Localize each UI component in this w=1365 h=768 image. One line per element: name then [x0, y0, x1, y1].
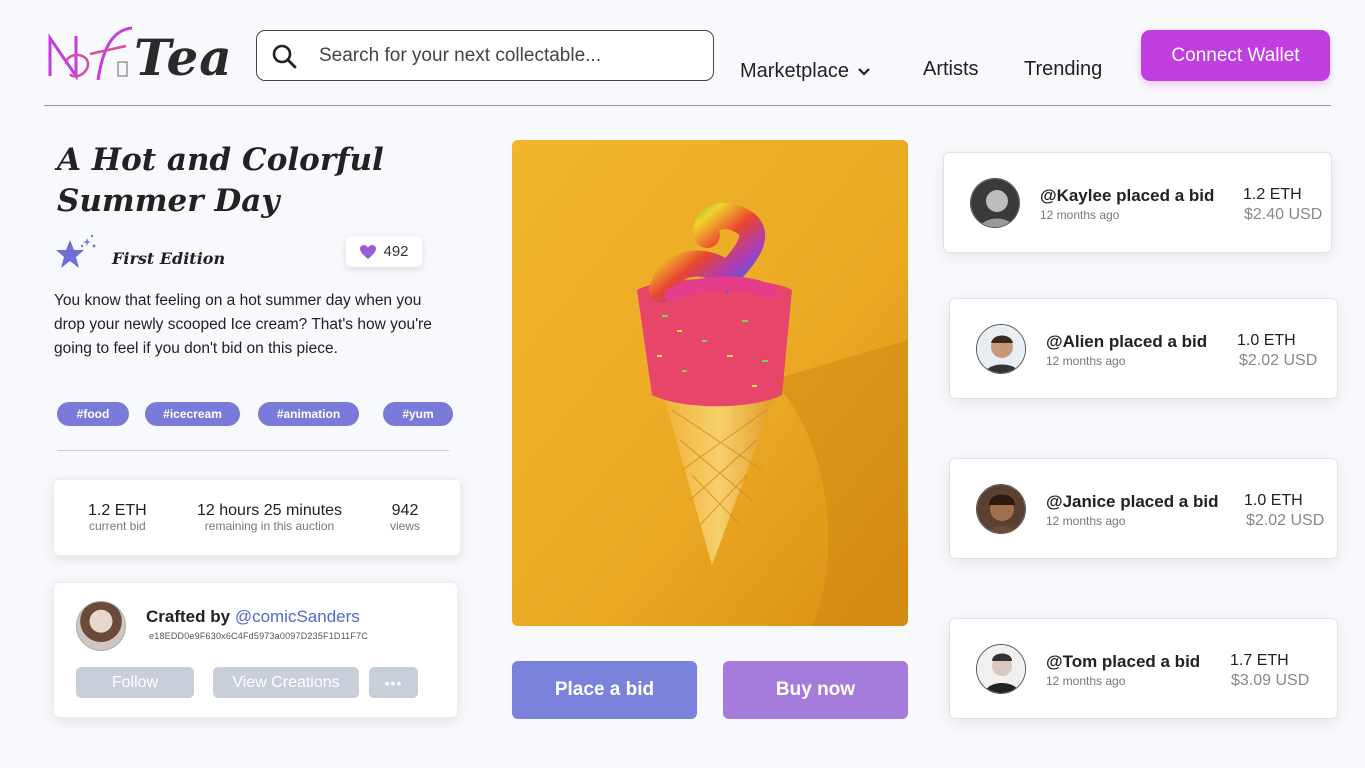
bid-eth: 1.2 ETH: [1243, 186, 1302, 203]
bid-eth: 1.0 ETH: [1237, 332, 1296, 349]
alien-avatar-icon: [977, 325, 1025, 373]
bid-time: 12 months ago: [1046, 354, 1126, 368]
tag-food[interactable]: #food: [57, 402, 129, 426]
bid-description: @Tom placed a bid: [1046, 652, 1201, 671]
bid-eth: 1.0 ETH: [1244, 492, 1303, 509]
stat-label: views: [390, 519, 421, 533]
follow-button[interactable]: Follow: [76, 667, 194, 698]
search-input[interactable]: [319, 44, 679, 67]
bid-description: @Janice placed a bid: [1046, 492, 1219, 511]
kaylee-avatar-icon: [971, 179, 1019, 227]
bid-usd: $2.02 USD: [1246, 512, 1325, 529]
bid-description: @Kaylee placed a bid: [1040, 186, 1215, 205]
bid-usd: $2.40 USD: [1244, 206, 1323, 223]
bid-card: @Tom placed a bid 12 months ago 1.7 ETH …: [949, 618, 1338, 719]
connect-wallet-button[interactable]: Connect Wallet: [1141, 30, 1330, 81]
tom-avatar-icon: [977, 645, 1025, 693]
bid-card: @Kaylee placed a bid 12 months ago 1.2 E…: [943, 152, 1332, 253]
like-count: 492: [383, 243, 409, 260]
bidder-avatar[interactable]: [976, 484, 1026, 534]
stat-value: 12 hours 25 minutes: [197, 502, 342, 519]
stat-current-bid: 1.2 ETH current bid: [88, 502, 147, 533]
tag-animation[interactable]: #animation: [258, 402, 359, 426]
logo[interactable]: Tea: [46, 24, 236, 87]
bid-eth: 1.7 ETH: [1230, 652, 1289, 669]
item-description: You know that feeling on a hot summer da…: [54, 292, 432, 357]
bid-time: 12 months ago: [1046, 514, 1126, 528]
tag-icecream[interactable]: #icecream: [145, 402, 240, 426]
bid-usd: $3.09 USD: [1231, 672, 1310, 689]
more-options-button[interactable]: •••: [369, 667, 418, 698]
crafted-by-prefix: Crafted by: [146, 607, 231, 626]
bid-usd: $2.02 USD: [1239, 352, 1318, 369]
bid-description: @Alien placed a bid: [1046, 332, 1208, 351]
nav-marketplace[interactable]: Marketplace: [740, 60, 871, 83]
heart-icon: [360, 244, 377, 259]
edition-row: First Edition 492: [54, 232, 429, 274]
edition-label: First Edition: [112, 249, 226, 268]
sparkle-star-icon: [56, 234, 96, 268]
item-title: A Hot and Colorful Summer Day: [57, 142, 384, 219]
like-button[interactable]: 492: [346, 236, 422, 267]
bid-time: 12 months ago: [1046, 674, 1126, 688]
stat-views: 942 views: [390, 502, 420, 533]
nav-artists-label: Artists: [923, 58, 979, 80]
bid-card: @Janice placed a bid 12 months ago 1.0 E…: [949, 458, 1338, 559]
header-divider: [44, 105, 1331, 106]
auction-stats: 1.2 ETH current bid 12 hours 25 minutes …: [53, 479, 461, 556]
nav-trending[interactable]: Trending: [1024, 58, 1102, 81]
creator-card: Crafted by @comicSanders e18EDD0e9F630x6…: [53, 582, 458, 718]
bid-card: @Alien placed a bid 12 months ago 1.0 ET…: [949, 298, 1338, 399]
ice-cream-artwork: [512, 140, 908, 626]
stat-time-remaining: 12 hours 25 minutes remaining in this au…: [197, 502, 342, 533]
creator-wallet-hash: e18EDD0e9F630x6C4Fd5973a0097D235F1D11F7C: [149, 631, 368, 641]
stat-label: remaining in this auction: [204, 519, 335, 533]
search-icon: [272, 44, 297, 68]
place-bid-button[interactable]: Place a bid: [512, 661, 697, 719]
stat-value: 1.2 ETH: [88, 502, 147, 519]
artwork-image: [512, 140, 908, 626]
bidder-avatar[interactable]: [976, 324, 1026, 374]
bidder-avatar[interactable]: [970, 178, 1020, 228]
nav-trending-label: Trending: [1024, 58, 1103, 80]
logo-mark-icon: [48, 26, 133, 81]
crafted-by: Crafted by @comicSanders: [146, 607, 360, 627]
nav-artists[interactable]: Artists: [923, 58, 979, 81]
creator-handle-link[interactable]: @comicSanders: [235, 607, 360, 626]
janice-avatar-icon: [977, 485, 1025, 533]
tag-yum[interactable]: #yum: [383, 402, 453, 426]
bid-time: 12 months ago: [1040, 208, 1120, 222]
stat-value: 942: [391, 502, 419, 519]
stat-label: current bid: [88, 519, 146, 533]
buy-now-button[interactable]: Buy now: [723, 661, 908, 719]
bidder-avatar[interactable]: [976, 644, 1026, 694]
logo-text: Tea: [134, 28, 233, 87]
chevron-down-icon: [858, 67, 870, 76]
nav-marketplace-label: Marketplace: [740, 60, 849, 82]
view-creations-button[interactable]: View Creations: [213, 667, 359, 698]
search-bar[interactable]: [256, 30, 714, 81]
section-divider: [57, 450, 449, 451]
creator-avatar[interactable]: [76, 601, 126, 651]
